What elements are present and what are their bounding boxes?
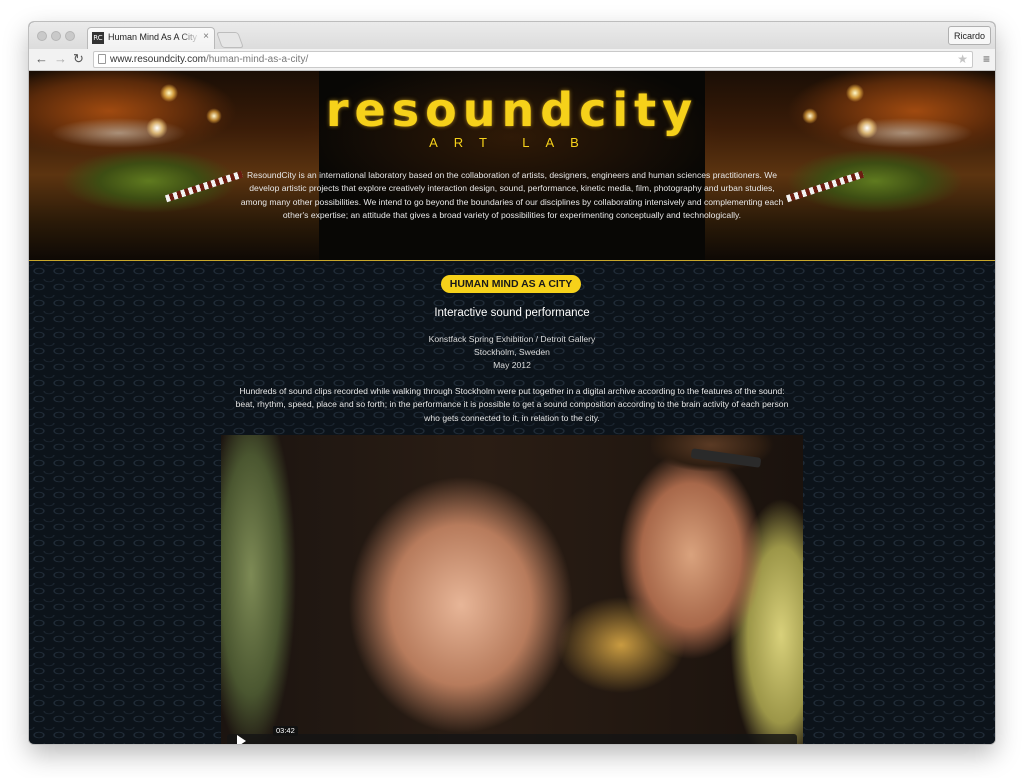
video-time: 03:42 [273,726,298,736]
reload-icon[interactable]: ↻ [73,51,84,67]
url-path: /human-mind-as-a-city/ [205,54,309,65]
video-player[interactable]: 03:42 [221,435,803,744]
back-arrow-icon[interactable]: ← [35,51,48,67]
url-text: www.resoundcity.com/human-mind-as-a-city… [110,53,308,67]
web-page: resoundcity ART LAB ResoundCity is an in… [29,71,995,744]
tab-close-icon[interactable]: × [203,31,209,42]
project-date: May 2012 [493,360,531,370]
browser-toolbar: ← → ↻ www.resoundcity.com/human-mind-as-… [29,49,995,71]
tab-strip: RC Human Mind As A City resoundcity × Ri… [29,22,995,49]
site-favicon-icon: RC [92,32,104,44]
video-controls-bar[interactable] [227,734,797,744]
play-icon[interactable] [237,735,246,744]
site-header: resoundcity ART LAB ResoundCity is an in… [29,71,995,261]
minimize-window-button[interactable] [51,31,61,41]
address-bar[interactable]: www.resoundcity.com/human-mind-as-a-city… [93,51,973,68]
site-logo[interactable]: resoundcity [29,85,995,135]
project-description: Hundreds of sound clips recorded while w… [235,386,789,423]
header-stripe [164,170,244,203]
tab-human-mind-as-a-city[interactable]: RC Human Mind As A City resoundcity × [87,27,215,49]
close-window-button[interactable] [37,31,47,41]
project-subtitle: Interactive sound performance [434,307,590,319]
url-host: www.resoundcity.com [110,54,206,65]
profile-button[interactable]: Ricardo [947,26,991,45]
page-icon [98,54,106,64]
zoom-window-button[interactable] [65,31,75,41]
logo-subtitle: ART LAB [429,135,595,150]
project-title-badge: HUMAN MIND AS A CITY [441,275,581,293]
project-location: Stockholm, Sweden [474,347,550,357]
browser-window: RC Human Mind As A City resoundcity × Ri… [29,22,995,744]
new-tab-button[interactable] [216,32,244,48]
project-venue: Konstfack Spring Exhibition / Detroit Ga… [428,334,596,344]
intro-text: ResoundCity is an international laborato… [240,170,784,220]
chrome-menu-icon[interactable]: ≡ [983,52,990,66]
project-meta: Konstfack Spring Exhibition / Detroit Ga… [29,333,995,372]
header-stripe [785,170,865,203]
tab-title: Human Mind As A City resoundcity [108,32,200,42]
bookmark-star-icon[interactable]: ★ [957,52,968,67]
forward-arrow-icon[interactable]: → [54,51,67,67]
